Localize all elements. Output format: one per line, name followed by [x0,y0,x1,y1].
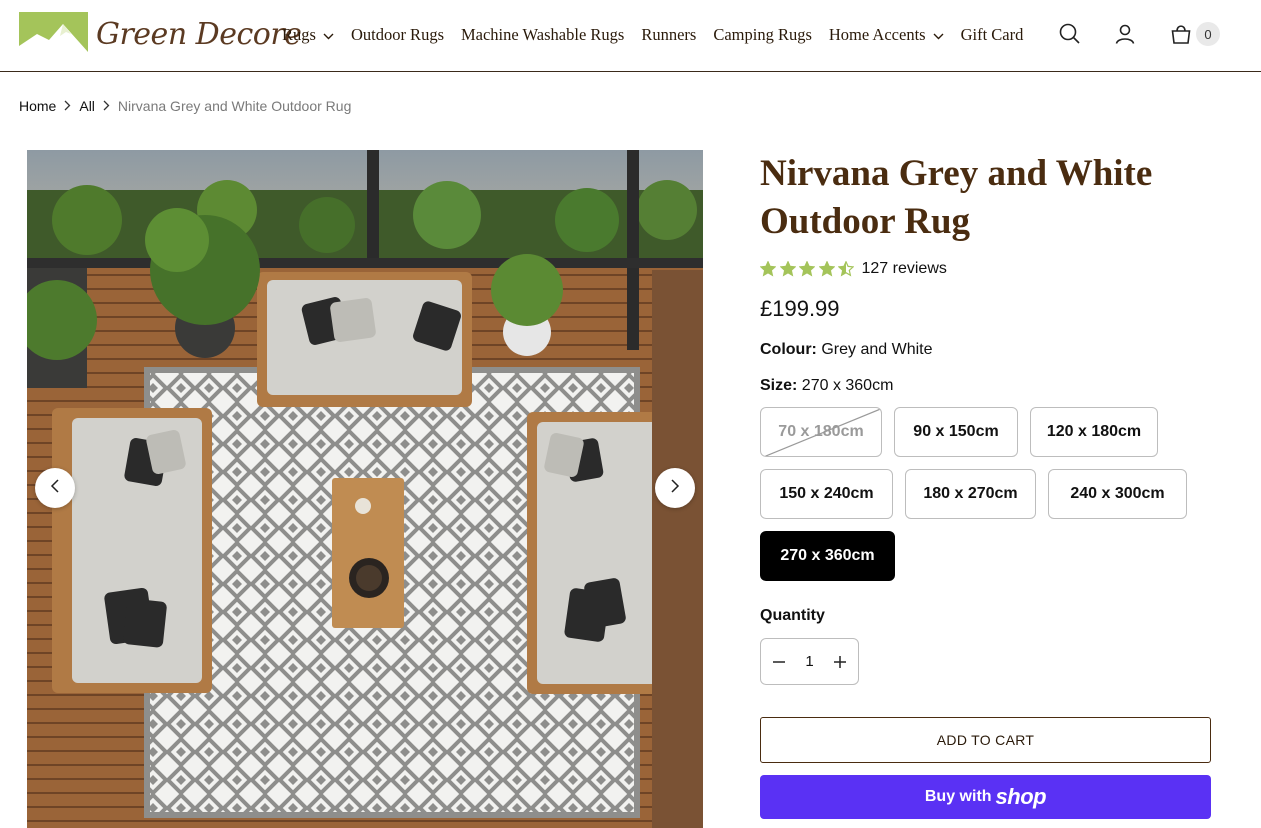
search-icon[interactable] [1058,22,1082,46]
product-rating[interactable]: 127 reviews [760,260,947,278]
star-icon [818,261,835,277]
size-option-150x240[interactable]: 150 x 240cm [760,469,893,519]
size-option-label: 90 x 150cm [913,423,999,440]
colour-label: Colour: [760,341,817,358]
chevron-right-icon [64,98,71,114]
size-option-240x300[interactable]: 240 x 300cm [1048,469,1187,519]
nav-item-outdoor-rugs[interactable]: Outdoor Rugs [351,25,444,45]
chevron-left-icon [50,478,60,498]
nav-item-label: Outdoor Rugs [350,25,444,44]
main-nav: Rugs Outdoor Rugs Machine Washable Rugs … [282,0,1040,70]
unavailable-strike-icon [764,408,881,456]
reviews-count[interactable]: 127 reviews [862,260,947,278]
nav-item-label: Machine Washable Rugs [460,25,625,44]
buy-with-label: Buy with [924,788,992,805]
nav-item-label: Gift Card [960,25,1024,44]
buy-with-shop-button[interactable]: Buy with shop [760,775,1211,819]
colour-value: Grey and White [821,341,933,358]
nav-item-label: Runners [641,25,697,44]
size-option-70x180[interactable]: 70 x 180cm [760,407,882,457]
brand-name: Green Decore [96,16,302,52]
logo-mountain-icon [19,12,88,56]
nav-item-gift-card[interactable]: Gift Card [961,25,1024,45]
cart-icon[interactable] [1169,22,1193,46]
size-option-90x150[interactable]: 90 x 150cm [894,407,1018,457]
product-image[interactable] [27,150,703,828]
size-option-label: 240 x 300cm [1070,485,1165,502]
nav-item-camping-rugs[interactable]: Camping Rugs [713,25,812,45]
size-label: Size: [760,377,798,394]
chevron-down-icon [323,25,334,45]
minus-icon[interactable] [771,654,787,670]
size-option-label: 150 x 240cm [779,485,874,502]
nav-item-rugs[interactable]: Rugs [282,25,334,45]
user-icon[interactable] [1113,22,1137,46]
shop-logo: shop [995,784,1047,809]
chevron-right-icon [670,478,680,498]
quantity-label: Quantity [760,607,825,624]
carousel-prev-button[interactable] [35,468,75,508]
nav-item-label: Rugs [282,25,316,44]
logo[interactable]: Green Decore [19,12,302,56]
star-icon [799,261,815,277]
nav-item-label: Home Accents [828,25,926,44]
nav-item-label: Camping Rugs [713,25,812,44]
size-option-120x180[interactable]: 120 x 180cm [1030,407,1158,457]
star-icon [838,261,854,277]
nav-item-machine-washable-rugs[interactable]: Machine Washable Rugs [461,25,624,45]
rating-stars [760,261,858,277]
star-icon [760,261,776,277]
colour-option: Colour: Grey and White [760,341,932,359]
cart-count-badge[interactable]: 0 [1196,22,1220,46]
size-option: Size: 270 x 360cm [760,377,893,395]
quantity-input[interactable]: 1 [805,653,813,670]
add-to-cart-button[interactable]: ADD TO CART [760,717,1211,763]
size-option-270x360[interactable]: 270 x 360cm [760,531,895,581]
carousel-next-button[interactable] [655,468,695,508]
size-option-180x270[interactable]: 180 x 270cm [905,469,1036,519]
breadcrumb: Home All Nirvana Grey and White Outdoor … [19,98,351,114]
size-option-label: 180 x 270cm [923,485,1018,502]
star-icon [779,261,796,277]
site-header: Green Decore Rugs Outdoor Rugs Machine W… [0,0,1261,72]
nav-item-home-accents[interactable]: Home Accents [829,25,944,45]
size-option-label: 120 x 180cm [1046,423,1142,440]
breadcrumb-current: Nirvana Grey and White Outdoor Rug [117,98,352,114]
plus-icon[interactable] [832,654,848,670]
product-title: Nirvana Grey and White Outdoor Rug [760,153,1153,242]
breadcrumb-home[interactable]: Home [19,98,56,114]
product-price: £199.99 [760,296,840,321]
quantity-stepper: 1 [760,638,859,685]
chevron-down-icon [933,25,944,45]
chevron-right-icon [103,98,110,114]
nav-item-runners[interactable]: Runners [641,25,696,45]
size-option-label: 270 x 360cm [780,547,875,564]
breadcrumb-all[interactable]: All [79,98,95,114]
size-value: 270 x 360cm [801,377,894,394]
